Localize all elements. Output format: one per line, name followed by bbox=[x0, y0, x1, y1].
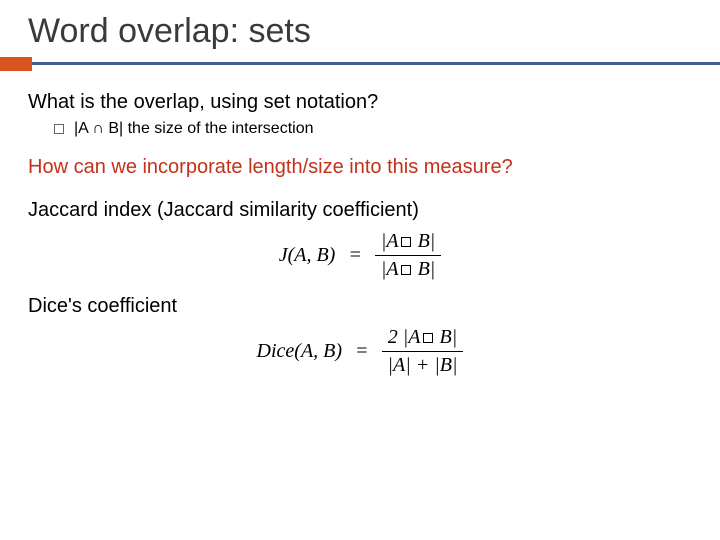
bullet-rest: B| the size of the intersection bbox=[104, 120, 314, 137]
dice-lhs: Dice(A, B) bbox=[257, 340, 343, 363]
accent-box bbox=[0, 57, 32, 71]
bullet-text: |A ∩ B| the size of the intersection bbox=[74, 120, 314, 138]
num-pre: 2 |A bbox=[388, 326, 421, 348]
box-icon bbox=[401, 237, 411, 247]
equals-sign: = bbox=[340, 244, 370, 267]
formula-dice: Dice(A, B) = 2 |A B| |A| + |B| bbox=[28, 326, 692, 377]
intersection-icon: ∩ bbox=[92, 120, 104, 137]
dice-denominator: |A| + |B| bbox=[382, 352, 464, 377]
equals-sign: = bbox=[347, 340, 377, 363]
jaccard-lhs: J(A, B) bbox=[279, 244, 336, 267]
jaccard-denominator: |A B| bbox=[375, 256, 441, 281]
den-post: B| bbox=[413, 258, 436, 280]
num-post: B| bbox=[435, 326, 458, 348]
num-pre: |A bbox=[381, 230, 399, 252]
spacer bbox=[28, 185, 692, 199]
den-pre: |A bbox=[381, 258, 399, 280]
box-icon bbox=[401, 265, 411, 275]
jaccard-fraction: |A B| |A B| bbox=[375, 230, 441, 281]
slide-title: Word overlap: sets bbox=[28, 12, 692, 51]
num-post: B| bbox=[413, 230, 436, 252]
label-dice: Dice's coefficient bbox=[28, 295, 692, 318]
label-jaccard: Jaccard index (Jaccard similarity coeffi… bbox=[28, 199, 692, 222]
bullet-row: |A ∩ B| the size of the intersection bbox=[54, 120, 692, 138]
question-overlap: What is the overlap, using set notation? bbox=[28, 91, 692, 114]
formula-jaccard: J(A, B) = |A B| |A B| bbox=[28, 230, 692, 281]
question-incorporate: How can we incorporate length/size into … bbox=[28, 156, 692, 179]
divider-line bbox=[32, 62, 720, 65]
box-icon bbox=[423, 333, 433, 343]
dice-fraction: 2 |A B| |A| + |B| bbox=[382, 326, 464, 377]
bullet-abs-open: |A bbox=[74, 120, 92, 137]
square-bullet-icon bbox=[54, 124, 64, 134]
slide: Word overlap: sets What is the overlap, … bbox=[0, 0, 720, 540]
dice-numerator: 2 |A B| bbox=[382, 326, 464, 352]
title-rule bbox=[0, 57, 720, 71]
jaccard-numerator: |A B| bbox=[375, 230, 441, 256]
